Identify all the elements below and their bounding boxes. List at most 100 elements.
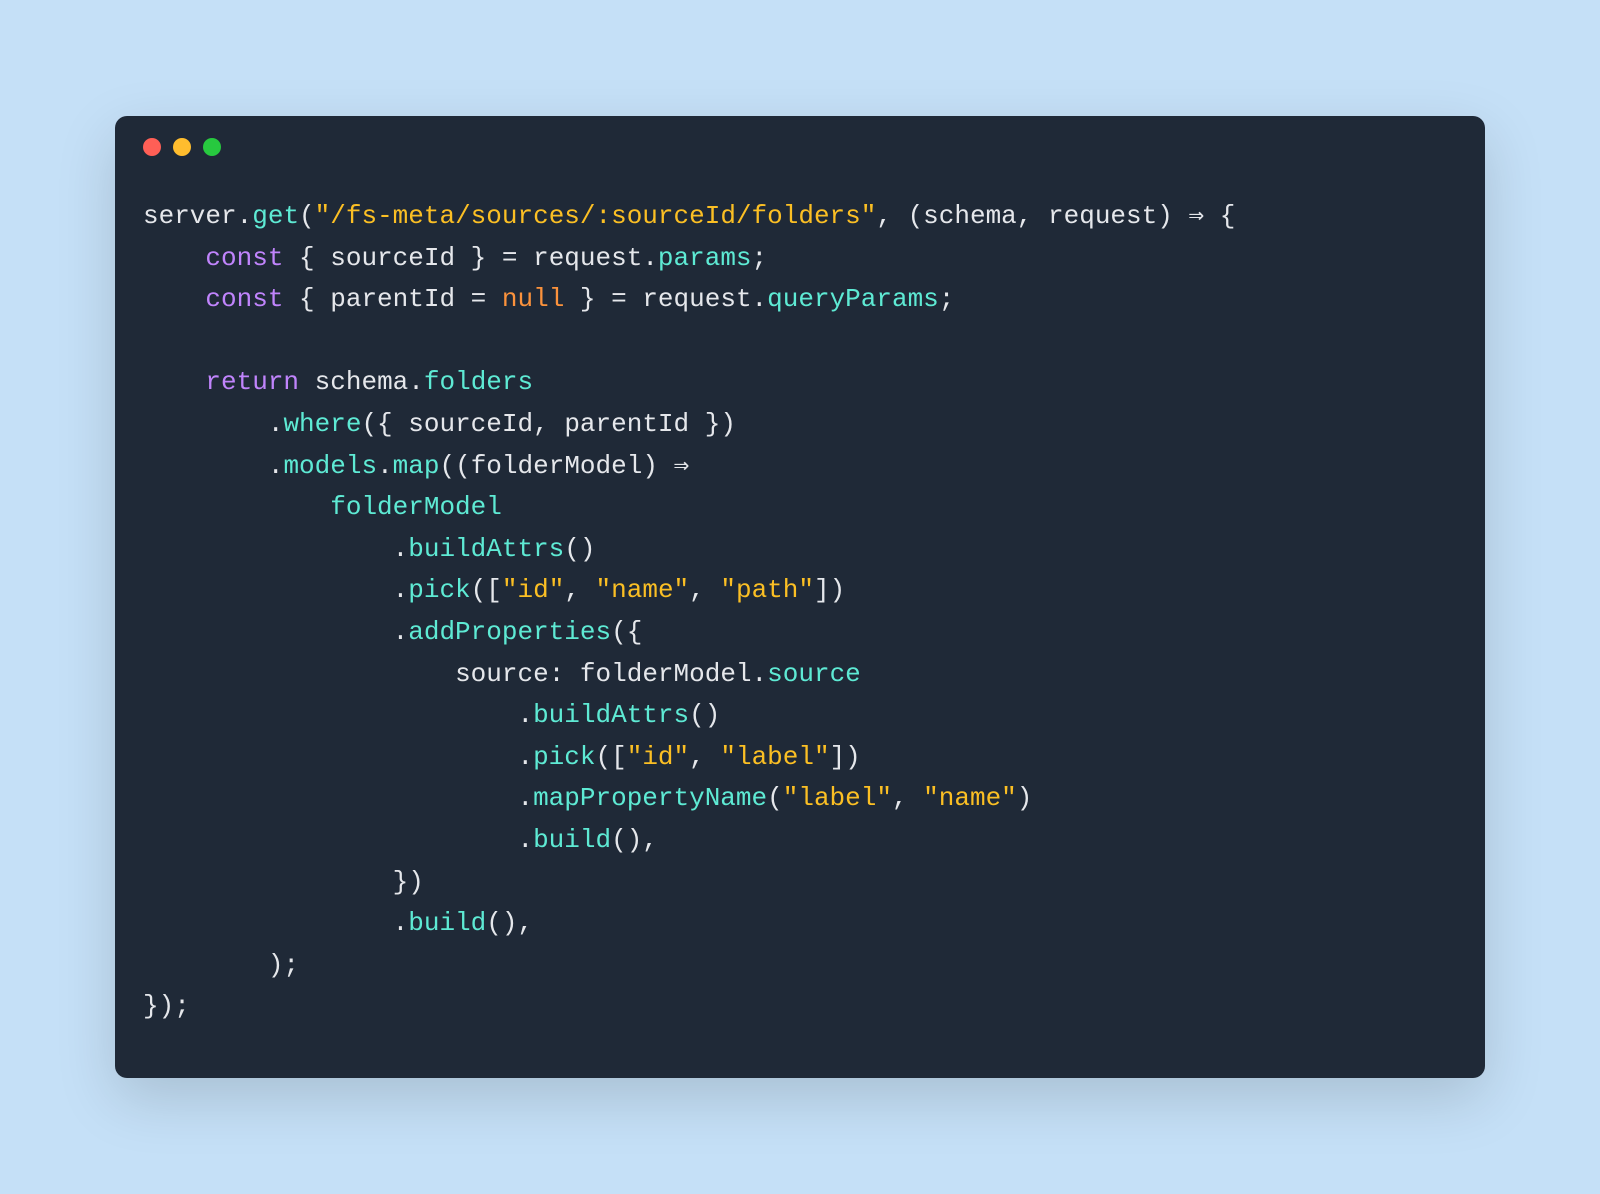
- code-token: sourceId: [408, 409, 533, 439]
- code-token: ;: [752, 243, 768, 273]
- code-token: (: [299, 201, 315, 231]
- code-token: where: [283, 409, 361, 439]
- code-token: "name": [923, 783, 1017, 813]
- code-token: request: [642, 284, 751, 314]
- code-token: ⇒: [1188, 201, 1204, 231]
- code-token: "label": [720, 742, 829, 772]
- code-token: map: [393, 451, 440, 481]
- code-token: :: [549, 659, 580, 689]
- code-token: ;: [939, 284, 955, 314]
- code-token: } =: [455, 243, 533, 273]
- code-token: pick: [408, 575, 470, 605]
- code-token: ): [1157, 201, 1188, 231]
- code-token: request: [533, 243, 642, 273]
- terminal-window: server.get("/fs-meta/sources/:sourceId/f…: [115, 116, 1485, 1078]
- code-token: source: [455, 659, 549, 689]
- code-token: buildAttrs: [408, 534, 564, 564]
- code-token: addProperties: [408, 617, 611, 647]
- code-content: server.get("/fs-meta/sources/:sourceId/f…: [143, 196, 1457, 1028]
- code-token: request: [1048, 201, 1157, 231]
- code-token: } =: [564, 284, 642, 314]
- code-token: ,: [892, 783, 923, 813]
- code-token: .: [143, 908, 408, 938]
- code-token: "path": [720, 575, 814, 605]
- code-token: "id": [502, 575, 564, 605]
- code-token: ⇒: [674, 451, 690, 481]
- code-token: get: [252, 201, 299, 231]
- code-token: sourceId: [330, 243, 455, 273]
- code-token: folders: [424, 367, 533, 397]
- code-token: (),: [486, 908, 533, 938]
- minimize-button[interactable]: [173, 138, 191, 156]
- code-token: const: [205, 284, 283, 314]
- code-token: return: [205, 367, 299, 397]
- code-token: .: [143, 825, 533, 855]
- code-token: server: [143, 201, 237, 231]
- code-token: .: [752, 284, 768, 314]
- code-token: const: [205, 243, 283, 273]
- close-button[interactable]: [143, 138, 161, 156]
- code-token: .: [143, 783, 533, 813]
- code-token: "id": [627, 742, 689, 772]
- code-token: ,: [564, 575, 595, 605]
- code-token: , (: [876, 201, 923, 231]
- code-token: "/fs-meta/sources/:sourceId/folders": [315, 201, 877, 231]
- code-token: .: [408, 367, 424, 397]
- code-token: ): [642, 451, 673, 481]
- code-token: .: [143, 742, 533, 772]
- code-token: ]): [814, 575, 845, 605]
- code-token: schema: [923, 201, 1017, 231]
- code-token: mapPropertyName: [533, 783, 767, 813]
- code-token: ([: [471, 575, 502, 605]
- code-token: build: [533, 825, 611, 855]
- code-token: folderModel: [330, 492, 502, 522]
- code-token: ([: [596, 742, 627, 772]
- code-token: ,: [1017, 201, 1048, 231]
- code-token: [143, 367, 205, 397]
- code-token: }): [689, 409, 736, 439]
- code-token: (): [564, 534, 595, 564]
- code-token: ]): [830, 742, 861, 772]
- code-token: "label": [783, 783, 892, 813]
- code-token: source: [767, 659, 861, 689]
- code-token: ,: [533, 409, 564, 439]
- title-bar: [115, 116, 1485, 156]
- code-token: .: [752, 659, 768, 689]
- code-area: server.get("/fs-meta/sources/:sourceId/f…: [115, 156, 1485, 1078]
- code-token: build: [408, 908, 486, 938]
- code-token: (: [767, 783, 783, 813]
- code-token: .: [143, 575, 408, 605]
- code-token: schema: [315, 367, 409, 397]
- code-token: .: [143, 451, 283, 481]
- code-token: ,: [689, 742, 720, 772]
- code-token: params: [658, 243, 752, 273]
- code-token: .: [377, 451, 393, 481]
- code-token: .: [143, 700, 533, 730]
- maximize-button[interactable]: [203, 138, 221, 156]
- code-token: (): [689, 700, 720, 730]
- code-token: =: [455, 284, 502, 314]
- code-token: (),: [611, 825, 658, 855]
- code-token: [143, 492, 330, 522]
- code-token: );: [143, 950, 299, 980]
- code-token: });: [143, 991, 190, 1021]
- code-token: .: [642, 243, 658, 273]
- code-token: parentId: [330, 284, 455, 314]
- code-token: }): [143, 867, 424, 897]
- code-token: ({: [611, 617, 642, 647]
- code-token: parentId: [564, 409, 689, 439]
- code-token: models: [283, 451, 377, 481]
- code-token: .: [143, 534, 408, 564]
- code-token: .: [143, 617, 408, 647]
- code-token: [143, 659, 455, 689]
- code-token: .: [237, 201, 253, 231]
- code-token: [143, 284, 205, 314]
- code-token: "name": [596, 575, 690, 605]
- code-token: [143, 243, 205, 273]
- code-token: buildAttrs: [533, 700, 689, 730]
- code-token: {: [283, 243, 330, 273]
- code-token: ,: [689, 575, 720, 605]
- code-token: pick: [533, 742, 595, 772]
- code-token: folderModel: [580, 659, 752, 689]
- code-token: .: [143, 409, 283, 439]
